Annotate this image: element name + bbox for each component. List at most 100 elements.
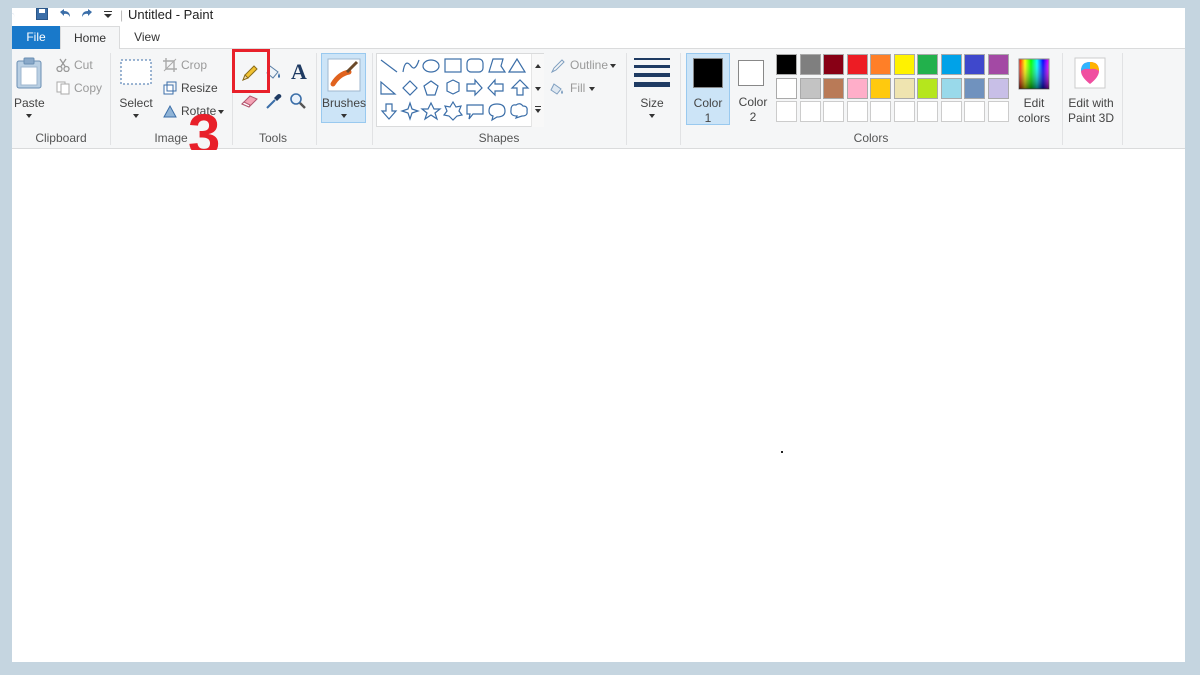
palette-swatch[interactable] bbox=[893, 101, 915, 122]
palette-swatch[interactable] bbox=[776, 54, 797, 75]
crop-icon bbox=[163, 58, 177, 72]
palette-swatch[interactable] bbox=[799, 101, 821, 122]
colors-group-label: Colors bbox=[853, 131, 889, 145]
brushes-button[interactable]: Brushes bbox=[321, 53, 366, 123]
palette-swatch[interactable] bbox=[893, 77, 915, 99]
canvas-cursor-dot bbox=[781, 451, 783, 453]
text-tool-icon[interactable]: A bbox=[288, 59, 310, 84]
select-button[interactable]: Select bbox=[116, 96, 156, 110]
palette-swatch[interactable] bbox=[870, 77, 891, 99]
brushes-label: Brushes bbox=[322, 96, 367, 110]
paint3d-label-line1[interactable]: Edit with bbox=[1065, 96, 1117, 110]
drawing-canvas[interactable] bbox=[12, 150, 1185, 662]
size-dropdown-icon[interactable] bbox=[649, 114, 655, 118]
palette-swatch[interactable] bbox=[870, 54, 891, 75]
palette-swatch[interactable] bbox=[776, 77, 797, 99]
resize-button[interactable]: Resize bbox=[181, 81, 218, 95]
palette-swatch[interactable] bbox=[823, 101, 844, 122]
redo-icon[interactable] bbox=[80, 8, 94, 23]
color1-button[interactable]: Color 1 bbox=[686, 53, 730, 125]
app-icon: ◐ bbox=[12, 8, 15, 22]
divider bbox=[1062, 53, 1063, 145]
palette-swatch[interactable] bbox=[917, 54, 938, 75]
edit-colors-label-line2[interactable]: colors bbox=[1014, 111, 1054, 125]
copy-button[interactable]: Copy bbox=[74, 81, 102, 95]
shapes-gallery-icons[interactable] bbox=[377, 54, 545, 128]
palette-swatch[interactable] bbox=[799, 77, 821, 99]
palette-swatch[interactable] bbox=[987, 77, 1009, 99]
outline-button[interactable]: Outline bbox=[570, 58, 608, 72]
edit-colors-icon[interactable] bbox=[1018, 58, 1050, 90]
palette-swatch[interactable] bbox=[940, 77, 962, 99]
paint-window: ◐ | Untitled - Paint File Home View Past… bbox=[12, 8, 1185, 662]
palette-swatch[interactable] bbox=[940, 101, 962, 122]
tab-file[interactable]: File bbox=[12, 26, 60, 49]
palette-swatch[interactable] bbox=[964, 77, 985, 99]
palette-swatch[interactable] bbox=[776, 101, 797, 122]
divider bbox=[626, 53, 627, 145]
paste-button[interactable]: Paste bbox=[14, 96, 45, 110]
palette-swatch[interactable] bbox=[987, 101, 1009, 122]
color1-swatch bbox=[693, 58, 723, 88]
tab-view[interactable]: View bbox=[124, 26, 170, 49]
paint3d-icon[interactable] bbox=[1074, 57, 1106, 89]
tab-home[interactable]: Home bbox=[60, 26, 120, 50]
fill-icon bbox=[550, 81, 566, 97]
palette-swatch[interactable] bbox=[893, 54, 915, 75]
magnifier-icon[interactable] bbox=[288, 91, 308, 111]
palette-swatch[interactable] bbox=[917, 101, 938, 122]
paste-dropdown-icon[interactable] bbox=[26, 114, 32, 118]
size-button[interactable]: Size bbox=[634, 96, 670, 110]
shapes-scroll-down-icon[interactable] bbox=[535, 87, 541, 91]
outline-dropdown-icon[interactable] bbox=[610, 64, 616, 68]
eraser-icon[interactable] bbox=[240, 91, 260, 111]
shapes-more-icon[interactable] bbox=[535, 109, 541, 113]
cut-button[interactable]: Cut bbox=[74, 58, 93, 72]
brushes-dropdown-icon[interactable] bbox=[341, 114, 347, 118]
divider bbox=[316, 53, 317, 145]
save-icon[interactable] bbox=[36, 8, 48, 23]
palette-swatch[interactable] bbox=[964, 101, 985, 122]
palette-swatch[interactable] bbox=[917, 77, 938, 99]
ribbon: Paste Cut Copy Clipboard Select Crop Res… bbox=[12, 49, 1185, 165]
select-dropdown-icon[interactable] bbox=[133, 114, 139, 118]
palette-swatch[interactable] bbox=[846, 77, 868, 99]
palette-swatch[interactable] bbox=[870, 101, 891, 122]
window-title: Untitled - Paint bbox=[128, 8, 214, 22]
fill-button[interactable]: Fill bbox=[570, 81, 585, 95]
palette-swatch[interactable] bbox=[964, 54, 985, 75]
undo-icon[interactable] bbox=[58, 8, 72, 23]
edit-colors-label-line1[interactable]: Edit bbox=[1014, 96, 1054, 110]
color2-swatch bbox=[738, 60, 764, 86]
color2-button[interactable]: Color 2 bbox=[732, 53, 776, 125]
cut-icon bbox=[56, 58, 70, 72]
color2-number: 2 bbox=[749, 110, 757, 124]
fill-dropdown-icon[interactable] bbox=[589, 87, 595, 91]
paste-icon[interactable] bbox=[16, 57, 42, 89]
select-icon[interactable] bbox=[120, 59, 152, 85]
shapes-scroll-up-icon[interactable] bbox=[535, 64, 541, 68]
copy-icon bbox=[56, 81, 70, 95]
crop-button[interactable]: Crop bbox=[181, 58, 207, 72]
color-picker-icon[interactable] bbox=[264, 91, 284, 111]
customize-quick-access-icon[interactable] bbox=[104, 8, 112, 22]
title-divider: | bbox=[120, 8, 124, 22]
resize-icon bbox=[163, 81, 177, 95]
palette-swatch[interactable] bbox=[846, 101, 868, 122]
outline-icon bbox=[550, 58, 566, 74]
paint3d-label-line2[interactable]: Paint 3D bbox=[1065, 111, 1117, 125]
palette-swatch[interactable] bbox=[987, 54, 1009, 75]
shapes-scrollbar[interactable] bbox=[531, 54, 544, 127]
palette-swatch[interactable] bbox=[823, 77, 844, 99]
palette-swatch[interactable] bbox=[823, 54, 844, 75]
palette-swatch[interactable] bbox=[799, 54, 821, 75]
shapes-more-bar bbox=[535, 106, 541, 107]
brush-icon bbox=[327, 58, 361, 92]
size-icon[interactable] bbox=[634, 57, 670, 89]
divider bbox=[1122, 53, 1123, 145]
clipboard-group-label: Clipboard bbox=[35, 131, 87, 145]
palette-swatch[interactable] bbox=[846, 54, 868, 75]
color1-label: Color bbox=[693, 96, 723, 110]
palette-swatch[interactable] bbox=[940, 54, 962, 75]
shapes-group-label: Shapes bbox=[478, 131, 520, 145]
